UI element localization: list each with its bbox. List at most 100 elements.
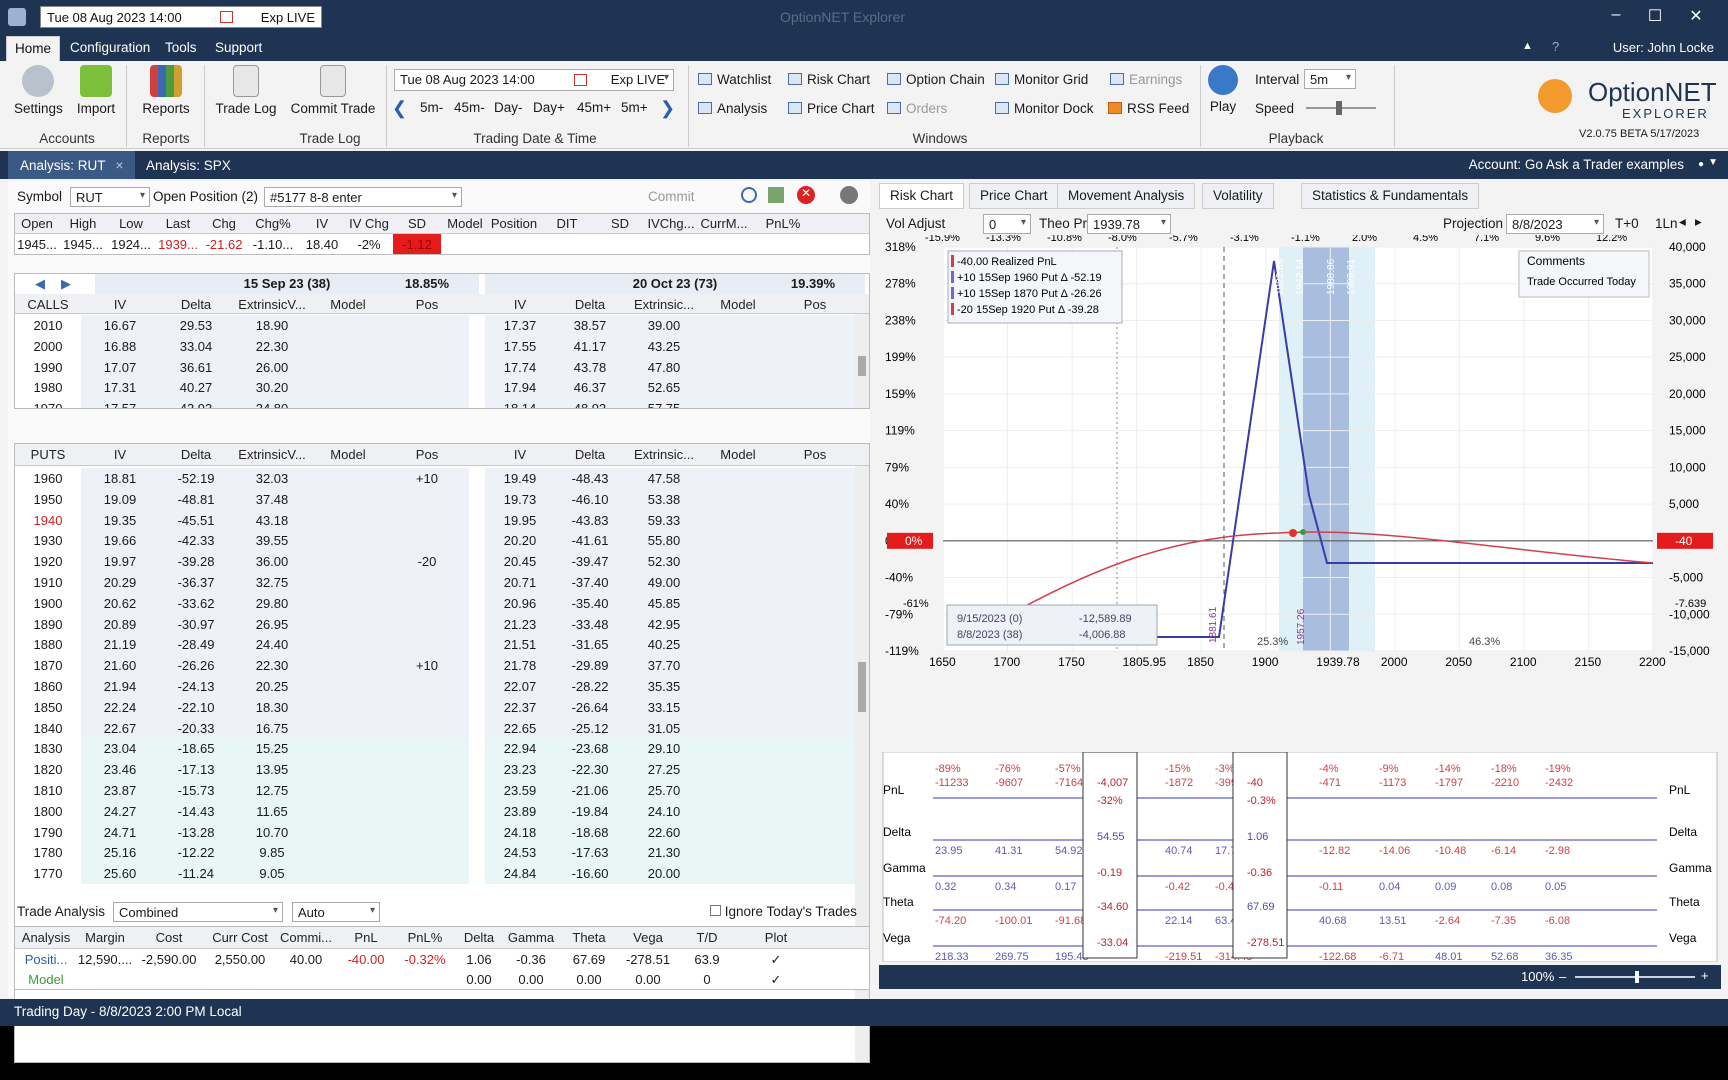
scroll-thumb[interactable] [858, 662, 866, 712]
monitor-grid-button[interactable]: Monitor Grid [995, 72, 1088, 87]
zoom-out-icon[interactable]: – [1559, 969, 1566, 984]
chain-row[interactable]: 1920 19.97 -39.28 36.00 -20 20.45 -39.47 52.30 [15, 551, 855, 573]
play-button[interactable]: Play [1204, 65, 1242, 114]
earnings-button[interactable]: Earnings [1110, 72, 1182, 87]
calendar-icon[interactable] [574, 74, 587, 86]
prev-exp-icon[interactable]: ◀ [35, 276, 45, 292]
risk-chart[interactable]: 318% 40,000 278% 35,000 238% 30,000 199% 25,000… [879, 235, 1721, 705]
help-icon[interactable]: ? [1552, 39, 1559, 54]
zoom-slider-handle[interactable] [1635, 971, 1639, 983]
risk-chart-button[interactable]: Risk Chart [788, 72, 870, 87]
commit-trade-button[interactable]: Commit Trade [288, 65, 378, 116]
price-chart-button[interactable]: Price Chart [788, 101, 875, 116]
chain-row[interactable]: 1820 23.46 -17.13 13.95 23.23 -22.30 27.25 [15, 759, 855, 781]
chain-row[interactable]: 1990 17.07 36.61 26.00 17.74 43.78 47.80 [15, 356, 855, 378]
chain-row[interactable]: 1860 21.94 -24.13 20.25 22.07 -28.22 35.35 [15, 676, 855, 697]
interval-select[interactable]: 5m [1304, 69, 1356, 89]
import-button[interactable]: Import [72, 65, 120, 116]
option-chain-button[interactable]: Option Chain [887, 72, 985, 87]
position-select[interactable]: #5177 8-8 enter [264, 187, 462, 207]
rss-feed-button[interactable]: RSS Feed [1108, 101, 1189, 116]
step-day-fwd[interactable]: Day+ [533, 100, 565, 115]
scroll-thumb[interactable] [858, 356, 866, 376]
orders-button[interactable]: Orders [887, 101, 947, 116]
collapse-ribbon-icon[interactable]: ▲ [1522, 40, 1533, 52]
search-icon[interactable] [741, 187, 757, 203]
calls-scrollbar[interactable] [855, 314, 869, 408]
ignore-today-checkbox[interactable]: Ignore Today's Trades [710, 904, 857, 919]
trade-log-button[interactable]: Trade Log [214, 65, 278, 116]
menu-chevron-icon[interactable]: ▼ [1708, 157, 1718, 168]
zoom-in-icon[interactable]: + [1701, 968, 1709, 983]
speed-slider-handle[interactable] [1336, 101, 1342, 115]
chain-row[interactable]: 1830 23.04 -18.65 15.25 22.94 -23.68 29.10 [15, 738, 855, 760]
combined-select[interactable]: Combined [113, 902, 283, 922]
plot-checkbox[interactable]: ✓ [737, 952, 815, 968]
ribbon-tab-support[interactable]: Support [207, 40, 270, 55]
commit-button[interactable]: Commit [648, 189, 695, 204]
analysis-row-label[interactable]: Positi... [15, 952, 77, 967]
step-45m-fwd[interactable]: 45m+ [577, 100, 611, 115]
chain-row[interactable]: 1850 22.24 -22.10 18.30 22.37 -26.64 33.15 [15, 696, 855, 718]
maximize-icon[interactable]: ☐ [1643, 6, 1667, 26]
auto-select[interactable]: Auto [292, 902, 380, 922]
watchlist-button[interactable]: Watchlist [698, 72, 771, 87]
chain-row[interactable]: 1780 25.16 -12.22 9.85 24.53 -17.63 21.30 [15, 842, 855, 864]
step-forward-icon[interactable]: ❯ [660, 98, 675, 119]
theo-price-stepper[interactable]: 1939.78 [1087, 214, 1171, 234]
step-day-back[interactable]: Day- [494, 100, 523, 115]
reports-button[interactable]: Reports [140, 65, 192, 116]
trading-date-field[interactable]: Tue 08 Aug 2023 14:00 Exp LIVE [394, 69, 674, 91]
next-projection-icon[interactable]: ▸ [1695, 214, 1702, 230]
chart-tab-1[interactable]: Price Chart [969, 183, 1059, 209]
vol-adjust-stepper[interactable]: 0 [983, 214, 1031, 234]
chart-tab-2[interactable]: Movement Analysis [1057, 183, 1196, 209]
chain-row[interactable]: 2010 16.67 29.53 18.90 17.37 38.57 39.00 [15, 315, 855, 336]
chain-row[interactable]: 1880 21.19 -28.49 24.40 21.51 -31.65 40.25 [15, 634, 855, 656]
chain-row[interactable]: 1930 19.66 -42.33 39.55 20.20 -41.61 55.80 [15, 530, 855, 552]
chain-row[interactable]: 1940 19.35 -45.51 43.18 19.95 -43.83 59.33 [15, 509, 855, 531]
chain-row[interactable]: 1980 17.31 40.27 30.20 17.94 46.37 52.65 [15, 377, 855, 399]
prev-projection-icon[interactable]: ◂ [1679, 214, 1686, 230]
close-position-icon[interactable]: ✕ [797, 186, 815, 204]
chain-row[interactable]: 1770 25.60 -11.24 9.05 24.84 -16.60 20.00 [15, 863, 855, 885]
chart-tab-4[interactable]: Statistics & Fundamentals [1301, 183, 1480, 209]
grid-icon[interactable] [768, 187, 784, 203]
step-5m-fwd[interactable]: 5m+ [621, 100, 648, 115]
next-exp-icon[interactable]: ▶ [61, 276, 71, 292]
chain-row[interactable]: 1800 24.27 -14.43 11.65 23.89 -19.84 24.10 [15, 800, 855, 822]
close-icon[interactable]: ✕ [1684, 6, 1708, 26]
settings-gear-icon[interactable] [840, 186, 858, 204]
chain-row[interactable]: 1840 22.67 -20.33 16.75 22.65 -25.12 31.05 [15, 717, 855, 739]
ribbon-tab-configuration[interactable]: Configuration [62, 40, 158, 55]
chart-tab-3[interactable]: Volatility [1202, 183, 1274, 209]
chain-row[interactable]: 1810 23.87 -15.73 12.75 23.59 -21.06 25.70 [15, 780, 855, 801]
ignore-today-check[interactable] [710, 905, 721, 916]
step-back-icon[interactable]: ❮ [392, 98, 407, 119]
chain-row[interactable]: 1910 20.29 -36.37 32.75 20.71 -37.40 49.00 [15, 572, 855, 593]
chain-row[interactable]: 2000 16.88 33.04 22.30 17.55 41.17 43.25 [15, 335, 855, 357]
doc-tab-spx[interactable]: Analysis: SPX [134, 151, 243, 179]
projection-select[interactable]: 8/8/2023 [1506, 214, 1604, 234]
settings-button[interactable]: Settings [14, 65, 63, 116]
chain-row[interactable]: 1900 20.62 -33.62 29.80 20.96 -35.40 45.85 [15, 592, 855, 614]
analysis-row-label[interactable]: Model [15, 972, 77, 987]
chart-tab-0[interactable]: Risk Chart [879, 183, 965, 209]
chain-row[interactable]: 1950 19.09 -48.81 37.48 19.73 -46.10 53.38 [15, 488, 855, 510]
chain-row[interactable]: 1890 20.89 -30.97 26.95 21.23 -33.48 42.95 [15, 613, 855, 635]
quick-date-field[interactable]: Tue 08 Aug 2023 14:00 Exp LIVE [40, 6, 322, 28]
close-tab-icon[interactable]: × [116, 158, 124, 173]
plot-checkbox[interactable]: ✓ [737, 972, 815, 988]
ribbon-tab-home[interactable]: Home [6, 36, 61, 61]
symbol-select[interactable]: RUT [70, 187, 150, 207]
chain-row[interactable]: 1790 24.71 -13.28 10.70 24.18 -18.68 22.60 [15, 821, 855, 843]
analysis-button[interactable]: Analysis [698, 101, 767, 116]
speed-slider[interactable] [1306, 101, 1376, 115]
minimize-icon[interactable]: – [1604, 6, 1628, 24]
step-45m-back[interactable]: 45m- [454, 100, 485, 115]
step-5m-back[interactable]: 5m- [420, 100, 443, 115]
ribbon-tab-tools[interactable]: Tools [157, 40, 205, 55]
zoom-slider[interactable] [1575, 971, 1695, 983]
monitor-dock-button[interactable]: Monitor Dock [995, 101, 1094, 116]
chain-row[interactable]: 1960 18.81 -52.19 32.03 +10 19.49 -48.43 47.58 [15, 468, 855, 489]
